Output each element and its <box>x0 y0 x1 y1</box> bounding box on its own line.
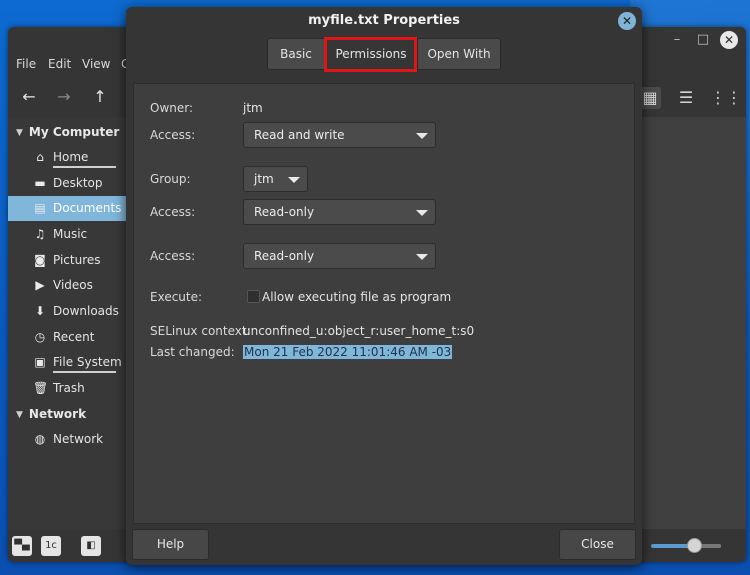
document-icon: ▤ <box>33 201 47 215</box>
sidebar-item-trash[interactable]: 🗑 Trash <box>8 376 126 401</box>
zoom-slider-handle[interactable] <box>687 538 702 553</box>
group-value: jtm <box>254 172 274 186</box>
sidebar-item-label: File System <box>53 355 122 369</box>
group-dropdown[interactable]: jtm <box>243 166 308 192</box>
sidebar-item-file-system[interactable]: ▣ File System <box>8 350 126 375</box>
last-changed-label: Last changed: <box>150 345 235 359</box>
others-access-value: Read-only <box>254 249 314 263</box>
execute-label: Execute: <box>150 290 202 304</box>
sidebar-item-videos[interactable]: ▶ Videos <box>8 273 126 298</box>
sidebar-item-label: Documents <box>53 201 121 215</box>
chevron-down-icon <box>416 133 428 139</box>
clock-icon: ◷ <box>33 330 47 344</box>
sidebar: ▼My Computer ⌂ Home ▬ Desktop ▤ Document… <box>8 117 126 529</box>
desktop-icon: ▬ <box>33 176 47 190</box>
video-icon: ▶ <box>33 278 47 292</box>
camera-icon: ◙ <box>33 253 47 267</box>
chevron-down-icon <box>416 254 428 260</box>
others-access-label: Access: <box>150 249 195 263</box>
toggle-sidebar-icon[interactable]: ◧ <box>81 536 101 556</box>
back-arrow-icon[interactable]: ← <box>18 87 40 107</box>
zoom-slider[interactable] <box>651 544 721 548</box>
group-access-value: Read-only <box>254 205 314 219</box>
chevron-down-icon <box>288 177 300 183</box>
icon-view-icon[interactable]: ▦ <box>639 87 661 109</box>
sidebar-section-my-computer[interactable]: ▼My Computer <box>16 125 119 139</box>
sidebar-section-network[interactable]: ▼Network <box>16 407 86 421</box>
sidebar-item-network[interactable]: ◍ Network <box>8 427 126 452</box>
home-icon: ⌂ <box>33 150 47 164</box>
owner-value: jtm <box>243 101 263 115</box>
sidebar-item-recent[interactable]: ◷ Recent <box>8 325 126 350</box>
places-folder-icon[interactable]: ▀▄ <box>12 536 32 556</box>
close-icon[interactable]: ✕ <box>618 12 636 30</box>
menu-file[interactable]: File <box>16 57 36 71</box>
owner-access-value: Read and write <box>254 128 345 142</box>
group-access-label: Access: <box>150 205 195 219</box>
music-icon: ♫ <box>33 227 47 241</box>
sidebar-item-label: Trash <box>53 381 85 395</box>
menu-edit[interactable]: Edit <box>48 57 71 71</box>
dialog-title: myfile.txt Properties <box>126 13 642 28</box>
selinux-label: SELinux context: <box>150 324 251 338</box>
mounted-indicator <box>53 166 116 168</box>
tab-basic[interactable]: Basic <box>267 38 325 70</box>
globe-icon: ◍ <box>33 432 47 446</box>
sidebar-item-label: Videos <box>53 278 93 292</box>
minimize-icon[interactable]: – <box>668 31 686 49</box>
group-label: Group: <box>150 172 191 186</box>
collapse-triangle-icon: ▼ <box>16 410 23 420</box>
sidebar-item-label: Music <box>53 227 87 241</box>
group-access-dropdown[interactable]: Read-only <box>243 199 436 225</box>
others-access-dropdown[interactable]: Read-only <box>243 243 436 269</box>
download-icon: ⬇ <box>33 304 47 318</box>
permissions-panel: Owner: jtm Access: Read and write Group:… <box>133 83 635 524</box>
execute-checkbox[interactable] <box>247 290 260 303</box>
owner-access-dropdown[interactable]: Read and write <box>243 122 436 148</box>
menu-view[interactable]: View <box>82 57 110 71</box>
properties-dialog: myfile.txt Properties ✕ Basic Permission… <box>126 7 642 565</box>
sidebar-item-label: Home <box>53 150 88 164</box>
help-button[interactable]: Help <box>132 529 209 560</box>
selinux-value: unconfined_u:object_r:user_home_t:s0 <box>243 324 474 338</box>
sidebar-item-music[interactable]: ♫ Music <box>8 222 126 247</box>
owner-access-label: Access: <box>150 128 195 142</box>
forward-arrow-icon[interactable]: → <box>53 87 75 107</box>
drive-icon: ▣ <box>33 355 47 369</box>
sidebar-item-documents[interactable]: ▤ Documents <box>8 196 126 221</box>
sidebar-item-pictures[interactable]: ◙ Pictures <box>8 248 126 273</box>
tree-view-button[interactable]: 1c <box>41 536 61 556</box>
mounted-indicator <box>53 371 116 373</box>
maximize-icon[interactable]: □ <box>694 31 712 49</box>
compact-view-icon[interactable]: ⋮⋮ <box>710 87 732 109</box>
owner-label: Owner: <box>150 101 193 115</box>
tab-permissions[interactable]: Permissions <box>325 38 417 70</box>
chevron-down-icon <box>416 210 428 216</box>
sidebar-item-downloads[interactable]: ⬇ Downloads <box>8 299 126 324</box>
sidebar-item-label: Pictures <box>53 253 101 267</box>
close-icon[interactable]: ✕ <box>720 31 738 49</box>
sidebar-item-label: Downloads <box>53 304 119 318</box>
execute-checkbox-label[interactable]: Allow executing file as program <box>262 290 451 304</box>
sidebar-item-label: Network <box>53 432 103 446</box>
collapse-triangle-icon: ▼ <box>16 128 23 138</box>
sidebar-item-desktop[interactable]: ▬ Desktop <box>8 171 126 196</box>
tab-bar: Basic Permissions Open With <box>267 38 501 70</box>
sidebar-item-label: Recent <box>53 330 94 344</box>
sidebar-item-home[interactable]: ⌂ Home <box>8 145 126 170</box>
sidebar-item-label: Desktop <box>53 176 103 190</box>
last-changed-value[interactable]: Mon 21 Feb 2022 11:01:46 AM -03 <box>243 345 452 359</box>
up-arrow-icon[interactable]: ↑ <box>89 87 111 107</box>
tab-open-with[interactable]: Open With <box>417 38 501 70</box>
list-view-icon[interactable]: ☰ <box>675 87 697 109</box>
close-button[interactable]: Close <box>559 529 636 560</box>
trash-icon: 🗑 <box>33 381 47 395</box>
